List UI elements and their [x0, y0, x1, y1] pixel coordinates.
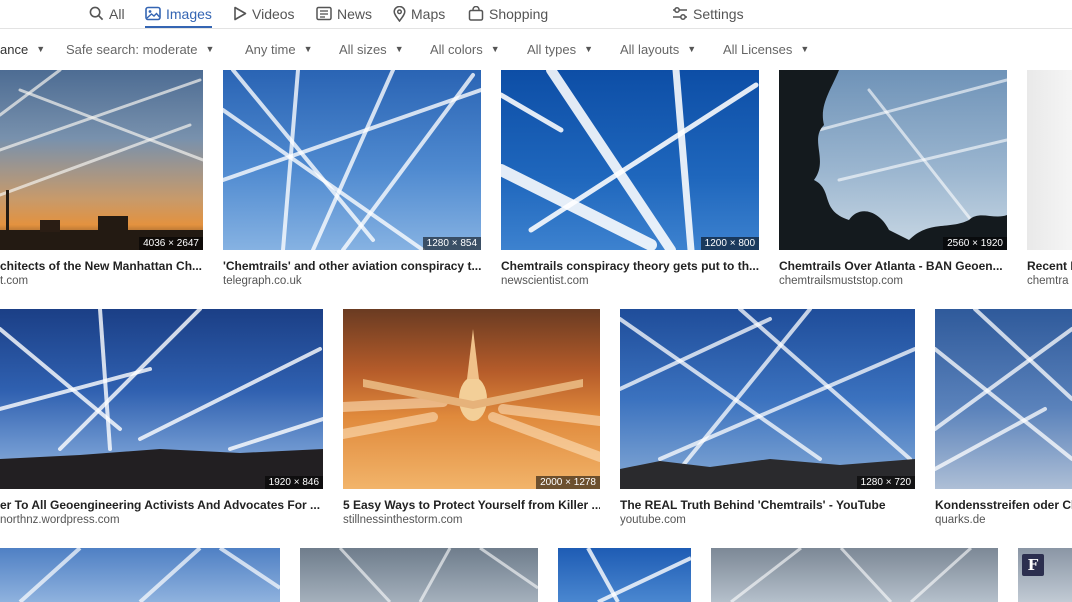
map-pin-icon — [393, 5, 406, 22]
filter-label: Any time — [245, 41, 296, 57]
settings-label: Settings — [693, 5, 744, 22]
result-title[interactable]: er To All Geoengineering Activists And A… — [0, 498, 323, 512]
filter-layout-dropdown[interactable]: All layouts ▼ — [620, 38, 696, 60]
tab-all-label: All — [109, 5, 125, 22]
image-icon — [145, 6, 161, 21]
filter-relevance-dropdown[interactable]: ance ▼ — [0, 38, 45, 60]
filter-time-dropdown[interactable]: Any time ▼ — [245, 38, 313, 60]
caret-down-icon: ▼ — [584, 44, 594, 54]
filter-size-dropdown[interactable]: All sizes ▼ — [339, 38, 404, 60]
result-thumbnail[interactable] — [711, 548, 998, 602]
result-title[interactable]: Chemtrails Over Atlanta - BAN Geoen... — [779, 259, 1007, 273]
image-dimensions: 1280 × 720 — [856, 476, 915, 489]
result-source[interactable]: newscientist.com — [501, 275, 759, 287]
play-icon — [234, 6, 247, 21]
filter-label: Safe search: moderate — [66, 41, 198, 57]
result-thumbnail[interactable] — [300, 548, 538, 602]
result-title[interactable]: Kondensstreifen oder Ch — [935, 498, 1072, 512]
result-thumbnail[interactable]: 2560 × 1920 — [779, 70, 1007, 250]
result-thumbnail[interactable] — [558, 548, 691, 602]
result-title[interactable]: 5 Easy Ways to Protect Yourself from Kil… — [343, 498, 600, 512]
result-thumbnail[interactable] — [0, 548, 280, 602]
search-vertical-tabs: All Images Videos News Maps Shopping Set… — [0, 0, 1072, 29]
result-source[interactable]: youtube.com — [620, 514, 915, 526]
filter-bar: ance ▼ Safe search: moderate ▼ Any time ▼ A… — [0, 38, 1072, 60]
caret-down-icon: ▼ — [36, 44, 46, 54]
result-thumbnail[interactable] — [935, 309, 1072, 489]
result-thumbnail[interactable] — [1027, 70, 1072, 250]
filter-label: All types — [527, 41, 577, 57]
image-dimensions: 1200 × 800 — [700, 237, 759, 250]
tab-maps[interactable]: Maps — [393, 0, 445, 27]
result-thumbnail[interactable]: F — [1018, 548, 1072, 602]
filter-color-dropdown[interactable]: All colors ▼ — [430, 38, 500, 60]
result-source[interactable]: quarks.de — [935, 514, 1072, 526]
result-title[interactable]: Chemtrails conspiracy theory gets put to… — [501, 259, 759, 273]
filter-label: All layouts — [620, 41, 680, 57]
tab-images-label: Images — [166, 5, 212, 22]
caret-down-icon: ▼ — [303, 44, 313, 54]
caret-down-icon: ▼ — [205, 44, 215, 54]
result-title[interactable]: 'Chemtrails' and other aviation conspira… — [223, 259, 481, 273]
filter-label: ance — [0, 41, 29, 57]
tab-images[interactable]: Images — [145, 0, 212, 28]
filter-safe-search-dropdown[interactable]: Safe search: moderate ▼ — [66, 38, 214, 60]
filter-label: All colors — [430, 41, 483, 57]
result-thumbnail[interactable]: 2000 × 1278 — [343, 309, 600, 489]
caret-down-icon: ▼ — [687, 44, 697, 54]
filter-type-dropdown[interactable]: All types ▼ — [527, 38, 593, 60]
image-dimensions: 2000 × 1278 — [536, 476, 600, 489]
settings-button[interactable]: Settings — [672, 0, 744, 27]
result-title[interactable]: The REAL Truth Behind 'Chemtrails' - You… — [620, 498, 915, 512]
tab-news[interactable]: News — [316, 0, 372, 27]
tab-videos[interactable]: Videos — [233, 0, 295, 27]
image-dimensions: 1280 × 854 — [422, 237, 481, 250]
newspaper-icon — [316, 6, 332, 21]
tab-videos-label: Videos — [252, 5, 295, 22]
caret-down-icon: ▼ — [800, 44, 810, 54]
result-thumbnail[interactable]: 1280 × 720 — [620, 309, 915, 489]
filter-license-dropdown[interactable]: All Licenses ▼ — [723, 38, 809, 60]
tab-shopping-label: Shopping — [489, 5, 549, 22]
image-dimensions: 2560 × 1920 — [943, 237, 1007, 250]
result-thumbnail[interactable]: 1280 × 854 — [223, 70, 481, 250]
caret-down-icon: ▼ — [394, 44, 404, 54]
result-source[interactable]: chemtrailsmuststop.com — [779, 275, 1007, 287]
result-title[interactable]: chitects of the New Manhattan Ch... — [0, 259, 203, 273]
tab-news-label: News — [337, 5, 373, 22]
image-dimensions: 1920 × 846 — [264, 476, 323, 489]
result-source[interactable]: telegraph.co.uk — [223, 275, 481, 287]
result-thumbnail[interactable]: 1920 × 846 — [0, 309, 323, 489]
result-source[interactable]: northnz.wordpress.com — [0, 514, 323, 526]
result-source[interactable]: t.com — [0, 275, 203, 287]
image-dimensions: 4036 × 2647 — [139, 237, 203, 250]
result-source[interactable]: stillnessinthestorm.com — [343, 514, 600, 526]
filter-label: All Licenses — [723, 41, 793, 57]
caret-down-icon: ▼ — [490, 44, 500, 54]
tab-shopping[interactable]: Shopping — [468, 0, 548, 27]
filter-label: All sizes — [339, 41, 387, 57]
tab-maps-label: Maps — [411, 5, 446, 22]
result-source[interactable]: chemtra — [1027, 275, 1072, 287]
settings-sliders-icon — [673, 7, 687, 20]
result-thumbnail[interactable]: 1200 × 800 — [501, 70, 759, 250]
result-title[interactable]: Recent I — [1027, 259, 1072, 273]
search-icon — [89, 6, 104, 21]
shopping-bag-icon — [468, 6, 484, 21]
result-thumbnail[interactable]: 4036 × 2647 — [0, 70, 203, 250]
faz-logo: F — [1022, 554, 1044, 576]
tab-all[interactable]: All — [89, 0, 125, 27]
